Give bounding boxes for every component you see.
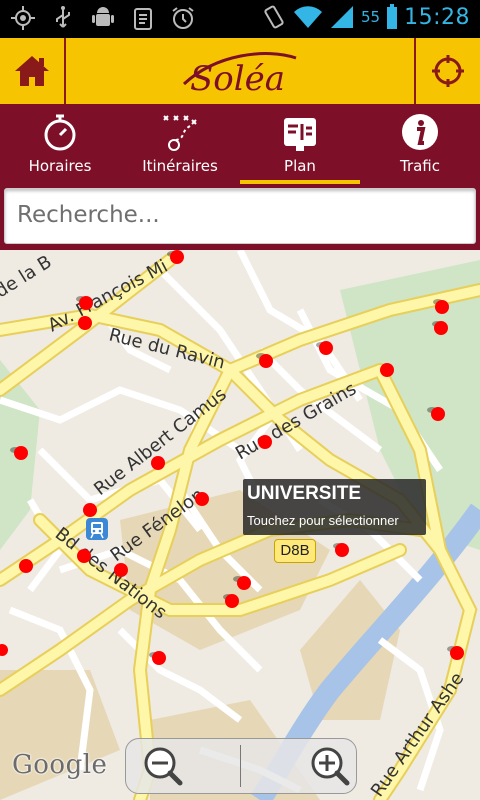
vibrate-icon <box>264 5 284 29</box>
battery-percent: 55 <box>361 8 381 26</box>
alarm-icon <box>172 7 194 29</box>
signal-icon <box>331 6 353 28</box>
info-icon <box>402 114 438 150</box>
tab-bar: Horaires Itinéraires Plan Trafic <box>0 104 480 186</box>
bus-stop-marker[interactable] <box>434 321 448 335</box>
bus-stop-marker[interactable] <box>258 435 272 449</box>
locate-button[interactable] <box>416 38 480 104</box>
bus-stop-marker[interactable] <box>151 456 165 470</box>
wifi-icon <box>294 6 322 28</box>
road-badge: D8B <box>274 539 316 563</box>
tram-station-icon[interactable] <box>86 518 108 540</box>
search-input[interactable] <box>5 189 469 241</box>
bus-stop-marker[interactable] <box>19 559 33 573</box>
zoom-out-button[interactable] <box>126 739 240 793</box>
zoom-in-icon <box>311 747 350 786</box>
solea-logo: Soléa <box>182 52 297 98</box>
tab-label: Trafic <box>399 157 440 175</box>
status-bar: 55 15:28 <box>0 0 480 38</box>
battery-icon <box>387 4 398 29</box>
bus-stop-marker[interactable] <box>225 594 239 608</box>
tab-plan[interactable]: Plan <box>240 104 360 186</box>
tab-label: Itinéraires <box>142 157 218 175</box>
bus-stop-marker[interactable] <box>79 296 93 310</box>
search-bar <box>0 186 480 250</box>
zoom-in-button[interactable] <box>241 739 355 793</box>
bus-stop-marker[interactable] <box>237 576 251 590</box>
zoom-out-icon <box>144 747 183 786</box>
bus-stop-marker[interactable] <box>83 503 97 517</box>
stop-tooltip[interactable]: UNIVERSITE Touchez pour sélectionner <box>243 479 426 535</box>
bus-stop-marker[interactable] <box>319 341 333 355</box>
home-button[interactable] <box>0 38 64 104</box>
bus-stop-marker[interactable] <box>170 250 184 264</box>
bus-stop-marker[interactable] <box>431 407 445 421</box>
map-view[interactable]: de la B Av. François Mi Rue du Ravin Rue… <box>0 250 480 800</box>
home-icon <box>15 56 49 86</box>
google-attribution: Google <box>12 750 108 780</box>
bus-stop-marker[interactable] <box>435 300 449 314</box>
tooltip-subtitle: Touchez pour sélectionner <box>247 513 399 528</box>
clock: 15:28 <box>404 4 470 30</box>
bus-stop-marker[interactable] <box>78 316 92 330</box>
bus-stop-marker[interactable] <box>380 363 394 377</box>
tab-trafic[interactable]: Trafic <box>360 104 480 186</box>
bus-stop-marker[interactable] <box>450 646 464 660</box>
tooltip-title: UNIVERSITE <box>247 483 362 504</box>
map-board-icon <box>284 118 316 151</box>
tab-itineraires[interactable]: Itinéraires <box>120 104 240 186</box>
bus-stop-marker[interactable] <box>335 543 349 557</box>
route-icon <box>163 115 197 151</box>
tab-label: Horaires <box>28 157 92 175</box>
clipboard-icon <box>134 8 152 30</box>
divider <box>64 38 66 104</box>
android-debug-icon <box>92 7 114 26</box>
bus-stop-marker[interactable] <box>259 354 273 368</box>
app-bar: Soléa <box>0 38 480 104</box>
bus-stop-marker[interactable] <box>114 563 128 577</box>
search-box <box>4 188 476 244</box>
bus-stop-marker[interactable] <box>195 492 209 506</box>
tab-label: Plan <box>284 157 316 175</box>
stopwatch-icon <box>44 114 76 151</box>
crosshair-icon <box>432 55 464 87</box>
gps-icon <box>11 6 35 30</box>
bus-stop-marker[interactable] <box>77 549 91 563</box>
usb-icon <box>56 6 70 28</box>
logo-text: Soléa <box>190 59 285 98</box>
tab-horaires[interactable]: Horaires <box>0 104 120 186</box>
active-tab-indicator <box>240 180 360 184</box>
zoom-controls <box>125 738 357 794</box>
bus-stop-marker[interactable] <box>14 446 28 460</box>
bus-stop-marker[interactable] <box>152 651 166 665</box>
